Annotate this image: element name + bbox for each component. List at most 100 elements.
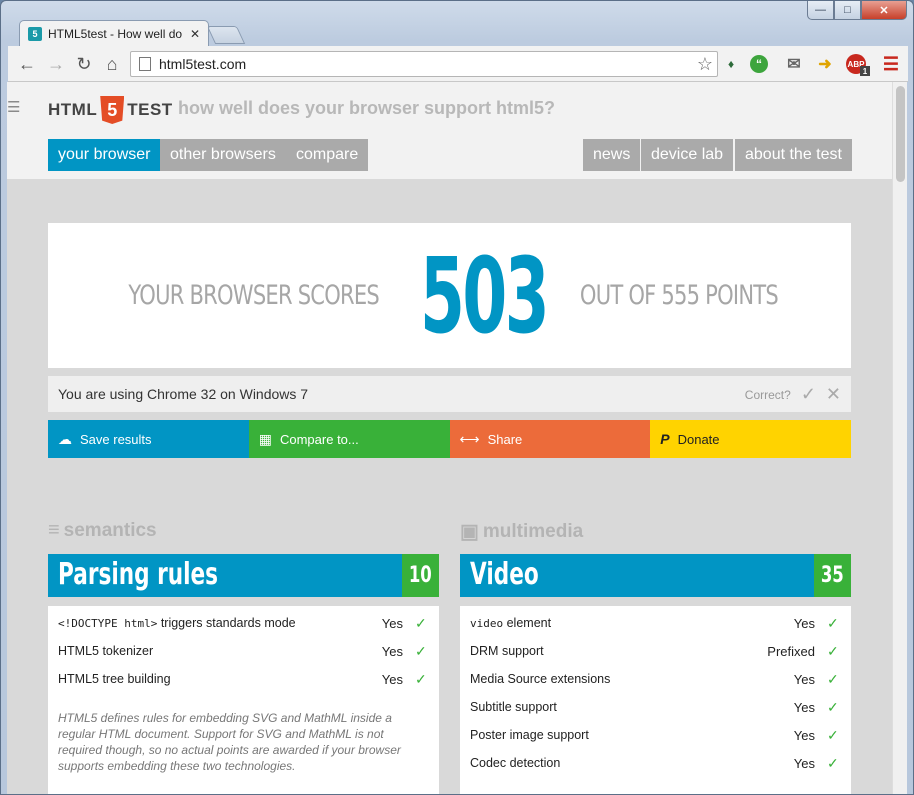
nav-compare[interactable]: compare <box>286 139 369 171</box>
share-label: Share <box>487 431 523 447</box>
tagline: how well does your browser support html5… <box>178 98 556 118</box>
test-row: <!DOCTYPE html> triggers standards mode … <box>58 613 429 633</box>
test-label: Poster image support <box>470 728 589 742</box>
nav-about-the-test[interactable]: about the test <box>735 139 852 171</box>
category-body-video: video element Yes ✓ DRM support Prefixed… <box>460 606 851 794</box>
mobile-send-extension-icon[interactable]: ➜ <box>814 53 836 75</box>
address-bar[interactable]: html5test.com ☆ <box>130 51 718 77</box>
html5-shield-icon: 5 <box>100 96 125 124</box>
nav-other-browsers[interactable]: other browsers <box>160 139 286 171</box>
minimize-button[interactable]: — <box>807 1 834 20</box>
check-icon: ✓ <box>827 670 839 687</box>
save-results-button[interactable]: ☁ Save results <box>48 420 249 458</box>
score-value: 503 <box>419 234 550 357</box>
test-row: Codec detection Yes ✓ <box>470 753 841 773</box>
html5test-logo[interactable]: HTML 5 TEST <box>48 95 173 125</box>
correct-prompt: Correct? ✓ ✕ <box>745 384 841 405</box>
nav-device-lab[interactable]: device lab <box>641 139 734 171</box>
nav-your-browser[interactable]: your browser <box>48 139 161 171</box>
test-result: Yes <box>381 615 403 631</box>
gmail-extension-icon[interactable]: ✉ <box>783 53 805 75</box>
logo-right-text: TEST <box>127 100 173 119</box>
multimedia-icon: ▣ <box>460 521 479 543</box>
test-result: Yes <box>793 671 815 687</box>
logo-left-text: HTML <box>48 100 98 119</box>
action-bar: ☁ Save results ▦ Compare to... ⟷ Share P… <box>48 420 851 458</box>
share-icon: ⟷ <box>459 430 480 447</box>
cloud-upload-icon: ☁ <box>58 430 72 447</box>
test-result: Yes <box>793 615 815 631</box>
section-multimedia: ▣ multimedia <box>460 519 583 544</box>
score-suffix: OUT OF 555 POINTS <box>579 280 779 311</box>
section-semantics-title: semantics <box>63 519 157 541</box>
test-row: video element Yes ✓ <box>470 613 841 633</box>
evernote-extension-icon[interactable]: ♦ <box>720 53 742 75</box>
scrollbar-thumb[interactable] <box>896 86 905 182</box>
test-result: Yes <box>793 727 815 743</box>
hangouts-extension-icon[interactable]: “ <box>750 55 768 73</box>
maximize-button[interactable]: □ <box>834 1 861 20</box>
test-result: Prefixed <box>767 643 815 659</box>
test-label: HTML5 tree building <box>58 672 171 686</box>
html5-favicon-icon: 5 <box>28 26 42 41</box>
check-icon: ✓ <box>415 670 427 687</box>
share-button[interactable]: ⟷ Share <box>449 420 651 458</box>
nav-news[interactable]: news <box>583 139 641 171</box>
reload-icon[interactable]: ↻ <box>73 53 95 75</box>
score-prefix: YOUR BROWSER SCORES <box>128 280 380 311</box>
check-icon: ✓ <box>827 754 839 771</box>
test-row: HTML5 tokenizer Yes ✓ <box>58 641 429 661</box>
test-row: Poster image support Yes ✓ <box>470 725 841 745</box>
page-icon <box>139 57 151 71</box>
test-label: Subtitle support <box>470 700 557 714</box>
bookmark-star-icon[interactable]: ☆ <box>697 54 713 75</box>
window-controls: — □ ✕ <box>807 1 907 20</box>
page-content: ☰ HTML 5 TEST how well does your browser… <box>7 82 892 794</box>
back-arrow-icon[interactable]: ← <box>16 53 38 75</box>
page-scrollbar[interactable] <box>892 82 907 794</box>
test-result: Yes <box>793 699 815 715</box>
check-icon: ✓ <box>827 726 839 743</box>
test-row: Media Source extensions Yes ✓ <box>470 669 841 689</box>
url-text[interactable]: html5test.com <box>159 56 697 72</box>
forward-arrow-icon[interactable]: → <box>45 53 67 75</box>
section-multimedia-title: multimedia <box>482 520 584 542</box>
check-icon: ✓ <box>827 614 839 631</box>
test-row: HTML5 tree building Yes ✓ <box>58 669 429 689</box>
adblock-badge: 1 <box>860 66 870 76</box>
save-results-label: Save results <box>80 431 152 447</box>
home-icon[interactable]: ⌂ <box>101 53 123 75</box>
chrome-menu-icon[interactable]: ☰ <box>880 53 902 75</box>
donate-label: Donate <box>677 431 720 447</box>
browser-tab[interactable]: 5 HTML5test - How well do ✕ <box>19 20 209 46</box>
test-label: triggers standards mode <box>157 616 296 630</box>
category-name: Video <box>470 557 539 592</box>
compare-to-label: Compare to... <box>279 431 359 447</box>
tab-close-icon[interactable]: ✕ <box>190 27 200 41</box>
reject-x-icon[interactable]: ✕ <box>826 384 841 405</box>
category-name: Parsing rules <box>58 557 219 592</box>
donate-button[interactable]: P Donate <box>650 420 851 458</box>
test-result: Yes <box>793 755 815 771</box>
confirm-check-icon[interactable]: ✓ <box>801 384 816 405</box>
correct-label: Correct? <box>744 387 791 402</box>
score-box: YOUR BROWSER SCORES 503 OUT OF 555 POINT… <box>48 223 851 368</box>
test-row: DRM support Prefixed ✓ <box>470 641 841 661</box>
compare-to-button[interactable]: ▦ Compare to... <box>248 420 450 458</box>
semantics-icon: ≡ <box>48 519 60 541</box>
category-score: 35 <box>814 554 851 597</box>
close-window-button[interactable]: ✕ <box>861 1 907 20</box>
test-label: DRM support <box>470 644 544 658</box>
test-code: video <box>470 617 504 630</box>
test-code: <!DOCTYPE html> <box>58 617 158 630</box>
browser-toolbar: ← → ↻ ⌂ html5test.com ☆ ♦ “ ✉ ➜ ABP 1 ☰ <box>8 46 908 82</box>
category-header-parsing-rules[interactable]: Parsing rules 10 <box>48 554 439 597</box>
category-body-parsing-rules: <!DOCTYPE html> triggers standards mode … <box>48 606 439 794</box>
test-label: Codec detection <box>470 756 561 770</box>
hamburger-menu-icon[interactable]: ☰ <box>7 100 21 115</box>
new-tab-button[interactable] <box>206 26 246 44</box>
category-header-video[interactable]: Video 35 <box>460 554 851 597</box>
category-note: HTML5 defines rules for embedding SVG an… <box>58 711 401 773</box>
test-label: element <box>503 616 552 630</box>
check-icon: ✓ <box>415 642 427 659</box>
